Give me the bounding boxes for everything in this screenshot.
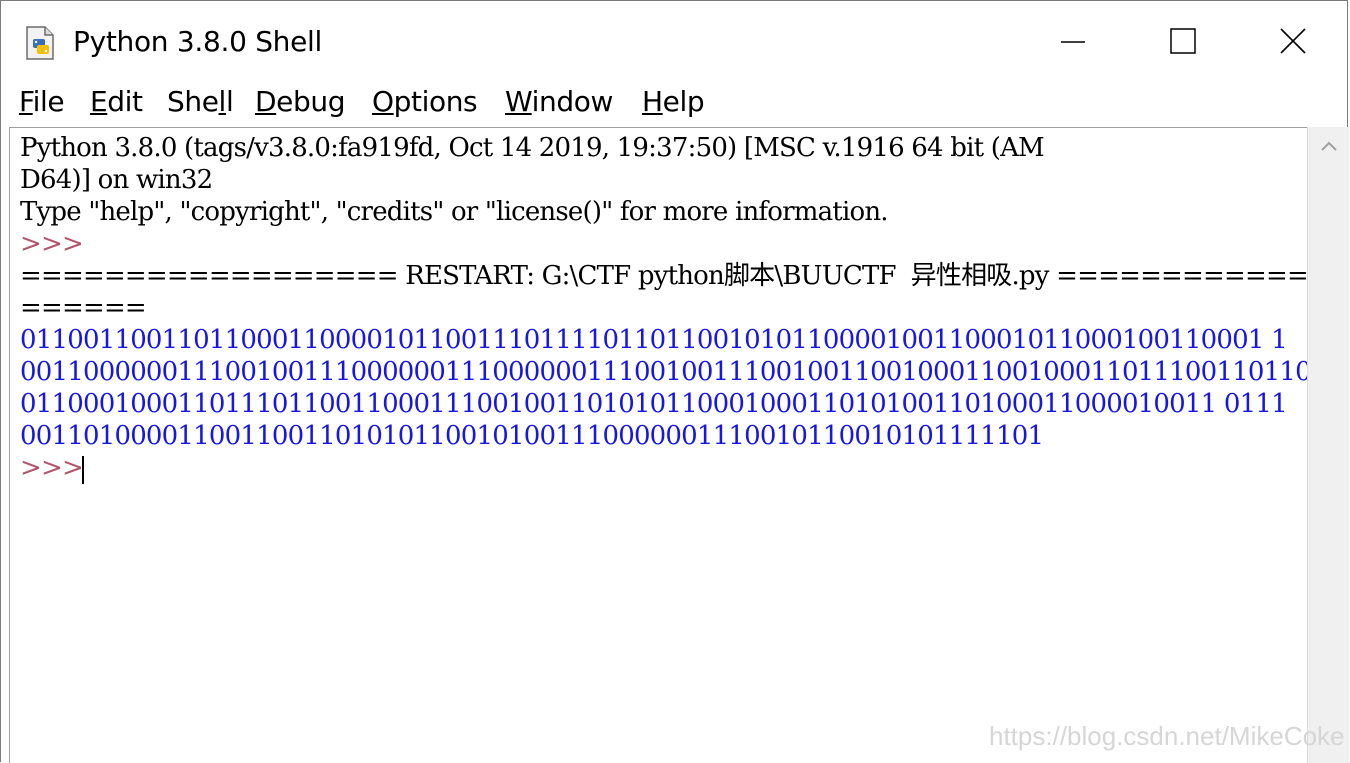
maximize-icon bbox=[1170, 28, 1196, 54]
menu-help[interactable]: Help bbox=[642, 85, 705, 118]
final-prompt: >>> bbox=[20, 453, 84, 483]
text-cursor bbox=[82, 456, 84, 484]
menu-shell[interactable]: Shell bbox=[167, 85, 234, 118]
shell-text-area[interactable]: Python 3.8.0 (tags/v3.8.0:fa919fd, Oct 1… bbox=[9, 127, 1307, 763]
maximize-button[interactable] bbox=[1129, 1, 1239, 81]
title-bar[interactable]: Python 3.8.0 Shell bbox=[1, 1, 1347, 81]
close-icon bbox=[1280, 28, 1306, 54]
banner-line: Python 3.8.0 (tags/v3.8.0:fa919fd, Oct 1… bbox=[20, 133, 1045, 163]
output-line: 0110011001101100011000010110011101111011… bbox=[20, 325, 1288, 355]
output-line: 0011000000111001001110000001110000001110… bbox=[20, 357, 1307, 387]
banner-line: Type "help", "copyright", "credits" or "… bbox=[20, 197, 889, 227]
menu-window[interactable]: Window bbox=[505, 85, 613, 118]
minimize-button[interactable] bbox=[1019, 1, 1129, 81]
minimize-icon bbox=[1061, 41, 1085, 43]
python-shell-window: Python 3.8.0 Shell File Edit Shell Debug… bbox=[0, 0, 1349, 763]
watermark: https://blog.csdn.net/MikeCoke bbox=[989, 721, 1345, 751]
restart-line: ================== RESTART: G:\CTF pytho… bbox=[20, 261, 1307, 291]
output-line: 0110001000110111011001100011100100110101… bbox=[20, 389, 1288, 419]
prompt: >>> bbox=[20, 229, 84, 259]
output-line: 0011010000110011001101010110010100111000… bbox=[20, 421, 1044, 451]
scroll-up-arrow-icon[interactable] bbox=[1320, 139, 1338, 153]
menu-debug[interactable]: Debug bbox=[255, 85, 345, 118]
menu-edit[interactable]: Edit bbox=[90, 85, 143, 118]
restart-line: ====== bbox=[20, 293, 147, 323]
menu-file[interactable]: File bbox=[19, 85, 65, 118]
close-button[interactable] bbox=[1239, 1, 1349, 81]
python-shell-icon bbox=[26, 26, 54, 60]
menu-options[interactable]: Options bbox=[372, 85, 478, 118]
banner-line: D64)] on win32 bbox=[20, 165, 213, 195]
window-title: Python 3.8.0 Shell bbox=[73, 25, 323, 58]
vertical-scrollbar[interactable] bbox=[1307, 127, 1349, 763]
menu-bar: File Edit Shell Debug Options Window Hel… bbox=[1, 81, 1347, 127]
